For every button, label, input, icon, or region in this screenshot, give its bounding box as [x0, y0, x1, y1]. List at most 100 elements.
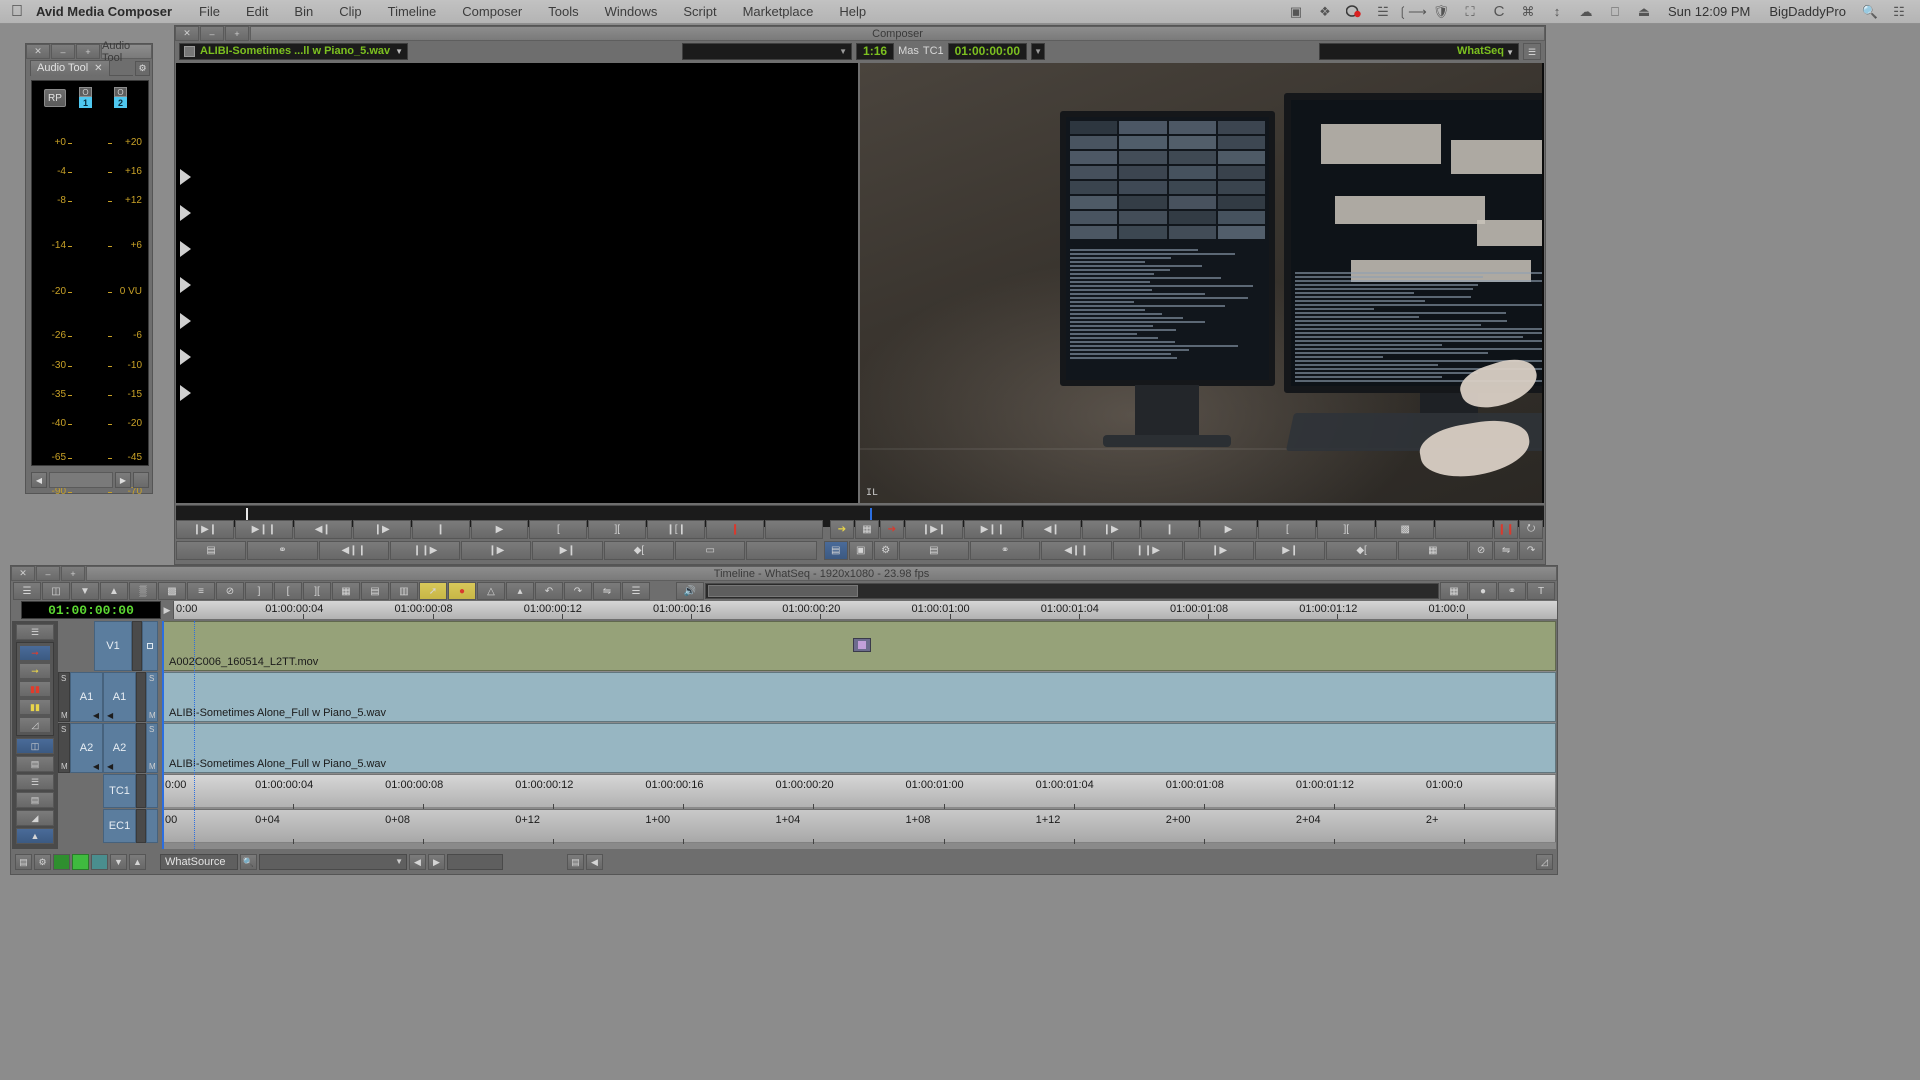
- link-icon[interactable]: ⇋: [593, 582, 621, 600]
- record-monitor[interactable]: IL: [860, 63, 1542, 503]
- record-monitor-icon[interactable]: ▣: [849, 541, 873, 560]
- track-a2-rec-solo[interactable]: S: [149, 725, 154, 734]
- magnifier-icon[interactable]: 🔍: [240, 854, 257, 870]
- eject-icon[interactable]: ⏏: [1631, 0, 1657, 24]
- audio-tool-extra-button[interactable]: [133, 472, 149, 488]
- sequence-selector[interactable]: WhatSeq ▼: [1319, 43, 1519, 60]
- effect-icon[interactable]: [853, 638, 871, 652]
- track-header-ec1[interactable]: EC1: [103, 809, 158, 843]
- track-a2-src-solomute[interactable]: S M: [58, 723, 70, 773]
- active-green-icon[interactable]: [72, 854, 89, 870]
- red-arrow-icon[interactable]: ➞: [19, 645, 51, 661]
- rec-play-icon[interactable]: ▶: [1200, 520, 1258, 539]
- audio-channel-2-number[interactable]: 2: [114, 97, 127, 108]
- chevron-down-icon[interactable]: ▼: [839, 47, 847, 56]
- yellow-rollers-icon[interactable]: ▮▮: [19, 699, 51, 715]
- record-clip-selector[interactable]: ▼: [682, 43, 852, 60]
- up-arrow-icon[interactable]: ▲: [16, 828, 54, 844]
- close-icon[interactable]: ✕: [26, 44, 50, 59]
- status-text-field[interactable]: [447, 854, 503, 870]
- splice-in-icon[interactable]: ➔: [830, 520, 854, 539]
- blank-button-1[interactable]: [765, 520, 823, 539]
- speaker-icon[interactable]: ◀: [107, 762, 113, 771]
- tl-zoom-icon[interactable]: ⚭: [1498, 582, 1526, 600]
- no-effect-circle-icon[interactable]: ⊘: [1469, 541, 1493, 560]
- green-square-icon[interactable]: [53, 854, 70, 870]
- track-tc1-rec[interactable]: [146, 774, 158, 808]
- timeline-clip-a2[interactable]: ALIBI-Sometimes Alone_Full w Piano_5.wav: [162, 723, 1556, 773]
- rec-go-to-out-icon[interactable]: ▶❙: [1255, 541, 1325, 560]
- record-icon[interactable]: [1341, 0, 1367, 24]
- composer-menu-button[interactable]: ☰: [1523, 43, 1541, 60]
- track-a1-src-solomute[interactable]: S M: [58, 672, 70, 722]
- rec-prev-edit-icon[interactable]: ◀❙❙: [1041, 541, 1111, 560]
- effect-icon[interactable]: ❙❙: [1494, 520, 1518, 539]
- rec-trim-icon[interactable]: ⚭: [970, 541, 1040, 560]
- menu-item-tools[interactable]: Tools: [535, 4, 591, 19]
- red-record-icon[interactable]: ●: [448, 582, 476, 600]
- smart-tool-icon[interactable]: ➚: [419, 582, 447, 600]
- link-select-icon[interactable]: ◿: [19, 717, 51, 733]
- track-a2-rec-solomute[interactable]: S M: [146, 723, 158, 773]
- track-panel-icon[interactable]: ☰: [16, 624, 54, 640]
- menu-item-windows[interactable]: Windows: [592, 4, 671, 19]
- track-a2-solo[interactable]: S: [61, 725, 66, 734]
- play-icon[interactable]: ▶: [471, 520, 529, 539]
- menu-item-marketplace[interactable]: Marketplace: [730, 4, 827, 19]
- trim-right-icon[interactable]: ↷: [1519, 541, 1543, 560]
- mark-in-out-icon[interactable]: ❙▶❙: [176, 520, 234, 539]
- gang-icon[interactable]: ▭: [675, 541, 745, 560]
- resize-icon[interactable]: ◿: [1536, 854, 1553, 870]
- timeline-timecode[interactable]: 01:00:00:00: [21, 601, 161, 619]
- rec-step-forward-icon[interactable]: ❙▶: [1082, 520, 1140, 539]
- wifi-icon[interactable]: ☁: [1573, 0, 1599, 24]
- track-v1-enable[interactable]: V1: [94, 621, 132, 671]
- tc-format-selector[interactable]: ▼: [1031, 43, 1045, 60]
- track-header-a1[interactable]: S M A1 ◀ A1 ◀ S M: [58, 672, 158, 722]
- blank-button-2[interactable]: [746, 541, 816, 560]
- speaker-icon[interactable]: 🔊: [676, 582, 704, 600]
- grid-icon[interactable]: ▦: [855, 520, 879, 539]
- source-dropdown[interactable]: ▼: [259, 854, 407, 870]
- track-a1-solo[interactable]: S: [61, 674, 66, 683]
- audio-tool-slider[interactable]: [49, 472, 113, 488]
- rec-mark-clip-out-icon[interactable]: ▩: [1376, 520, 1434, 539]
- segment-overwrite-icon[interactable]: ▤: [361, 582, 389, 600]
- airplay-icon[interactable]: ⎕: [1602, 0, 1628, 24]
- waveform-icon[interactable]: ◢: [16, 810, 54, 826]
- no-effect-icon[interactable]: ⊘: [216, 582, 244, 600]
- track-tc1-enable[interactable]: TC1: [103, 774, 136, 808]
- track-a2-mute[interactable]: M: [61, 762, 68, 771]
- speaker-icon[interactable]: ◀: [93, 711, 99, 720]
- track-v1-rec[interactable]: [142, 621, 158, 671]
- mark-clip-icon[interactable]: ][: [303, 582, 331, 600]
- add-edit-icon[interactable]: ▩: [158, 582, 186, 600]
- close-icon[interactable]: ✕: [11, 566, 35, 581]
- rec-gang-icon[interactable]: ▦: [1398, 541, 1468, 560]
- minimize-icon[interactable]: –: [200, 26, 224, 41]
- mark-out-icon[interactable]: ]: [245, 582, 273, 600]
- next-edit-icon[interactable]: ❙❙▶: [390, 541, 460, 560]
- go-to-out-icon[interactable]: ▶❙: [532, 541, 602, 560]
- timeline-scrollbar[interactable]: [705, 583, 1439, 599]
- track-a1-source[interactable]: A1 ◀: [70, 672, 103, 722]
- rec-blank-button[interactable]: [1435, 520, 1493, 539]
- timeline-clip-a1[interactable]: ALIBI-Sometimes Alone_Full w Piano_5.wav: [162, 672, 1556, 722]
- grid-icon[interactable]: ▦: [332, 582, 360, 600]
- timeline-clip-v1[interactable]: A002C006_160514_L2TT.mov: [162, 621, 1556, 671]
- track-header-a2[interactable]: S M A2 ◀ A2 ◀ S M: [58, 723, 158, 773]
- dropbox-icon[interactable]: ❖: [1312, 0, 1338, 24]
- source-clip-selector[interactable]: ALIBI-Sometimes ...ll w Piano_5.wav ▼: [179, 43, 408, 60]
- left-arrow-icon[interactable]: ◀: [586, 854, 603, 870]
- match-frame-icon[interactable]: ◆[: [604, 541, 674, 560]
- speaker-icon[interactable]: ◀: [93, 762, 99, 771]
- close-icon[interactable]: ✕: [94, 63, 102, 74]
- timeline-track-tc1[interactable]: 0:0001:00:00:0401:00:00:0801:00:00:1201:…: [162, 774, 1556, 808]
- tab-audio-tool[interactable]: Audio Tool ✕: [30, 60, 110, 76]
- gear-icon[interactable]: ⚙: [135, 61, 150, 76]
- timeline-settings-icon[interactable]: ☰: [13, 582, 41, 600]
- monitor-icon[interactable]: ▤: [567, 854, 584, 870]
- audio-wave-icon[interactable]: ☱: [1370, 0, 1396, 24]
- hamburger-icon[interactable]: ☰: [1528, 47, 1536, 58]
- audio-channel-2-mode[interactable]: O: [114, 87, 127, 97]
